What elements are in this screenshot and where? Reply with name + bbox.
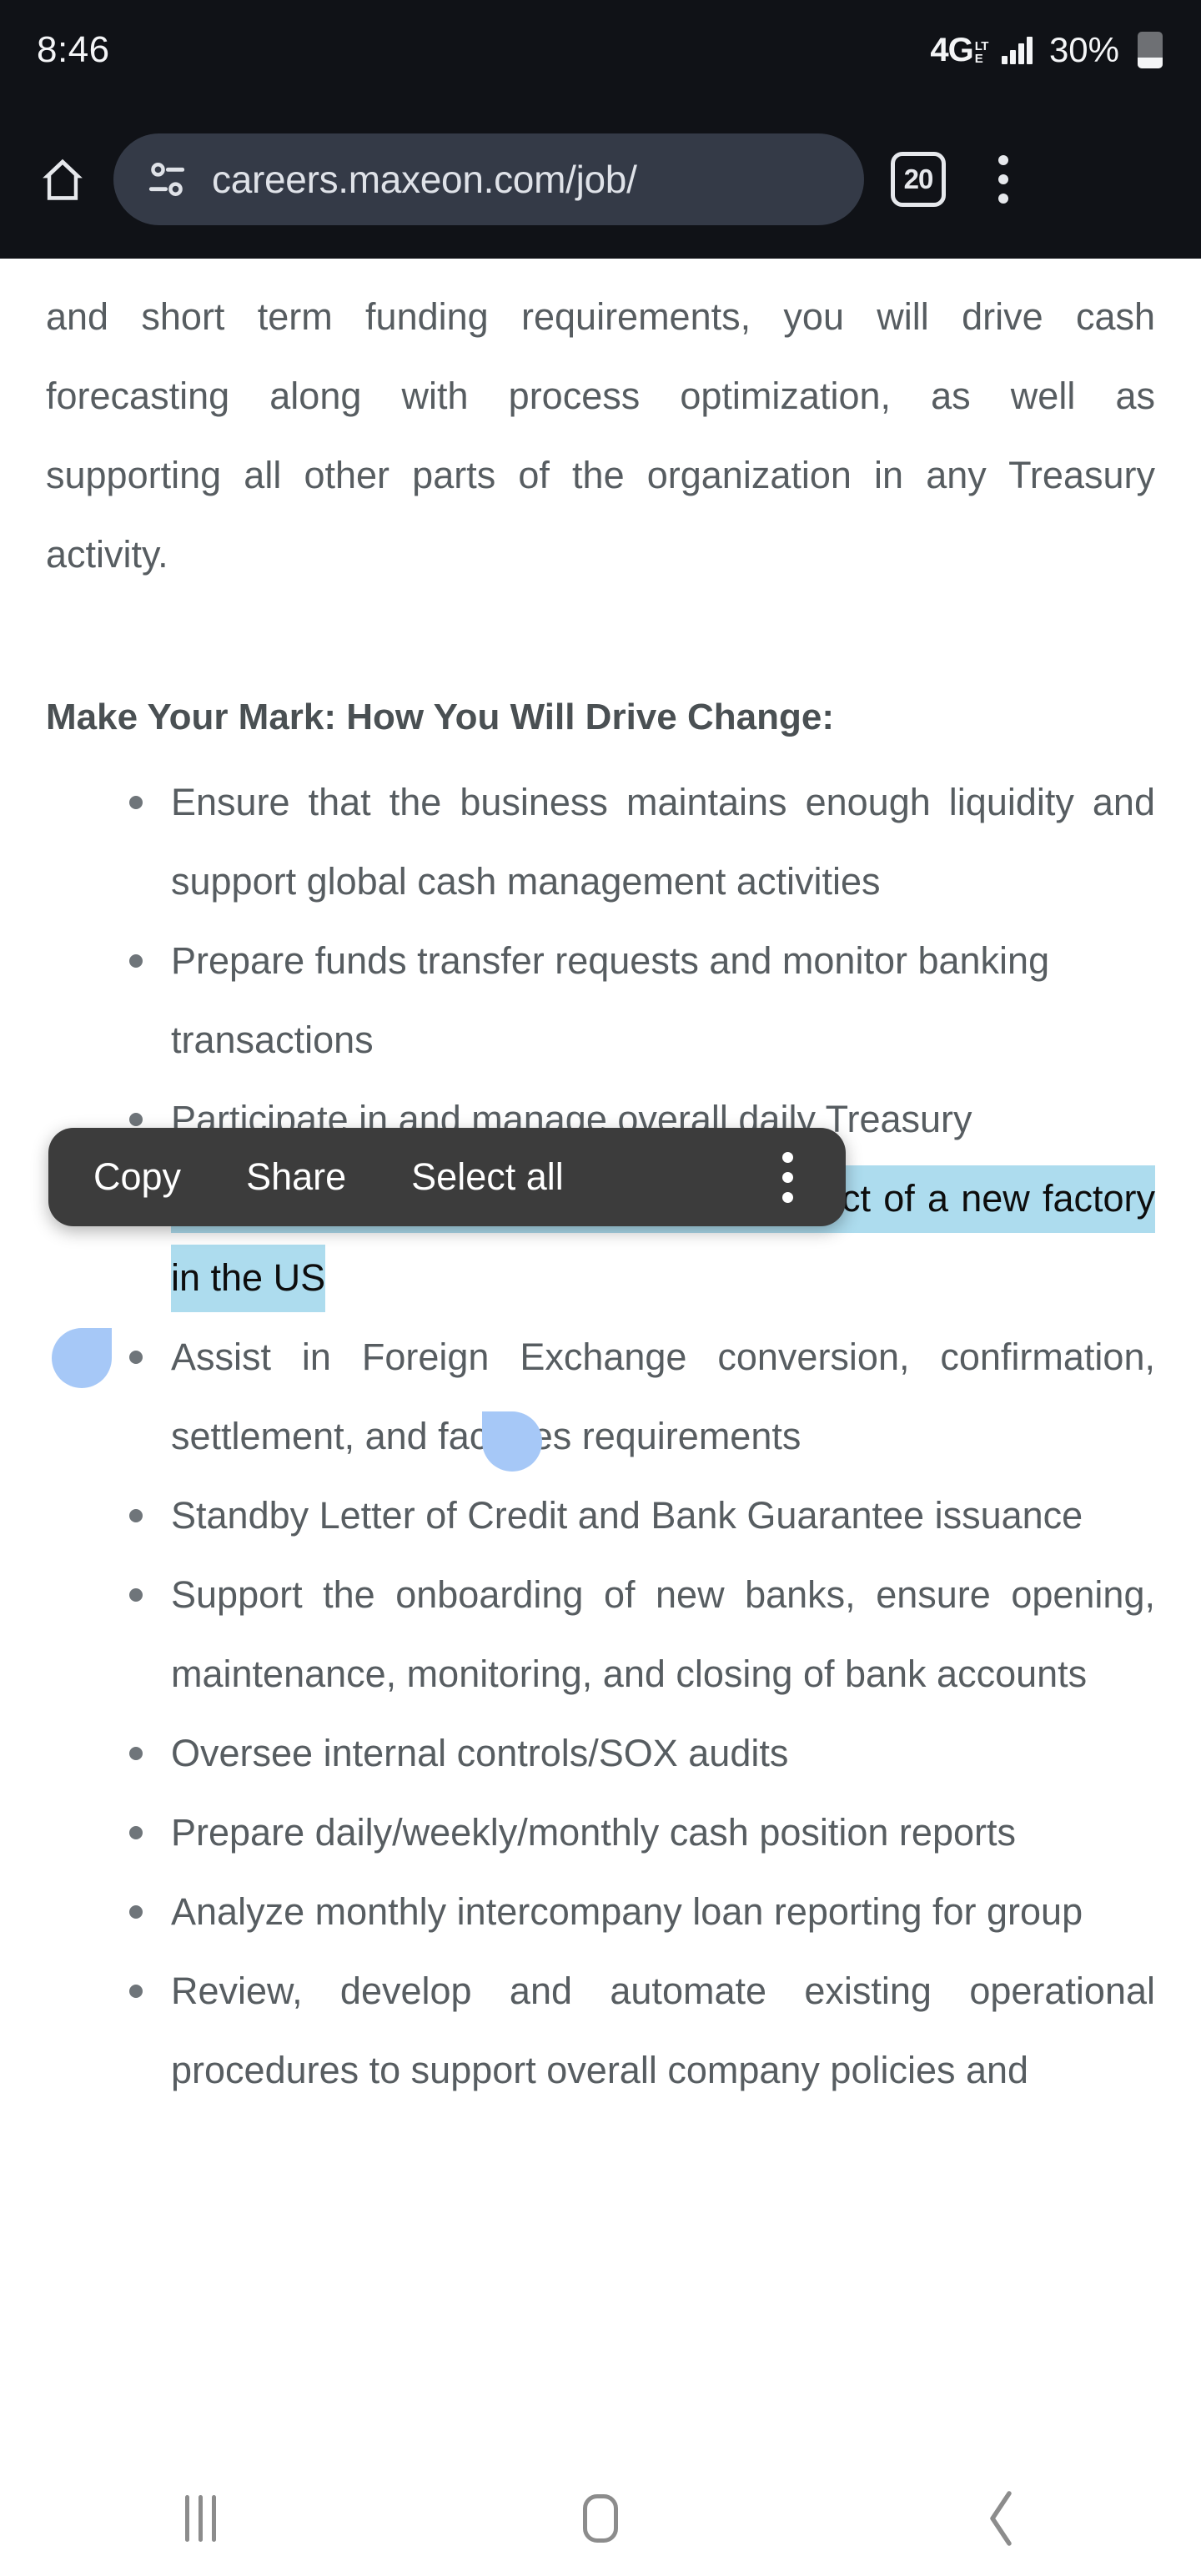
- status-bar: 8:46 4G LT E 30%: [0, 0, 1201, 100]
- context-menu-overflow-button[interactable]: [762, 1140, 812, 1215]
- paragraph-line: activity.: [46, 533, 168, 576]
- back-button[interactable]: [917, 2461, 1084, 2576]
- list-item-text: Review, develop and automate existing op…: [171, 1970, 1155, 2091]
- job-description-paragraph: and short term funding requirements, you…: [46, 259, 1155, 594]
- list-item: Assist in Foreign Exchange conversion, c…: [121, 1317, 1155, 1476]
- share-button[interactable]: Share: [246, 1155, 346, 1199]
- phone-screen: 8:46 4G LT E 30% careers.maxeon.com/job/…: [0, 0, 1201, 2576]
- home-button-nav[interactable]: [517, 2461, 684, 2576]
- list-item-text: Prepare daily/weekly/monthly cash positi…: [171, 1811, 1016, 1854]
- omnibox-url-text[interactable]: careers.maxeon.com/job/: [212, 157, 637, 202]
- home-square-icon: [583, 2494, 618, 2543]
- list-item: Prepare funds transfer requests and moni…: [121, 921, 1155, 1079]
- back-chevron-icon: [990, 2491, 1012, 2546]
- list-item: Support the onboarding of new banks, ens…: [121, 1555, 1155, 1713]
- signal-bars-icon: [1001, 36, 1033, 64]
- list-item: Ensure that the business maintains enoug…: [121, 762, 1155, 921]
- paragraph-line: forecasting along with process optimizat…: [46, 375, 1155, 417]
- list-item-text: Prepare funds transfer requests and moni…: [171, 939, 1050, 1061]
- battery-percent-label: 30%: [1048, 30, 1119, 69]
- list-item: Prepare daily/weekly/monthly cash positi…: [121, 1793, 1155, 1872]
- responsibilities-list: Ensure that the business maintains enoug…: [46, 762, 1155, 2110]
- network-type-icon: 4G LT E: [930, 33, 988, 67]
- tab-count-label: 20: [903, 164, 934, 194]
- list-item-text: Standby Letter of Credit and Bank Guaran…: [171, 1494, 1083, 1537]
- home-icon: [43, 158, 83, 200]
- network-type-label: 4G: [930, 32, 973, 68]
- select-all-button[interactable]: Select all: [411, 1155, 564, 1199]
- recents-icon: [184, 2495, 216, 2542]
- selection-handle-start-icon[interactable]: [52, 1328, 112, 1388]
- system-navigation-bar: [0, 2461, 1201, 2576]
- network-subtype-label: LT E: [974, 39, 989, 66]
- status-bar-indicators: 4G LT E 30%: [930, 30, 1163, 70]
- webpage-content: and short term funding requirements, you…: [0, 259, 1201, 2461]
- recents-button[interactable]: [117, 2461, 284, 2576]
- paragraph-line: supporting all other parts of the organi…: [46, 454, 1155, 496]
- browser-menu-button[interactable]: [974, 142, 1033, 217]
- list-item-text: Oversee internal controls/SOX audits: [171, 1732, 789, 1774]
- text-selection-context-menu: Copy Share Select all: [48, 1128, 846, 1226]
- status-clock: 8:46: [37, 29, 110, 70]
- copy-button[interactable]: Copy: [93, 1155, 181, 1199]
- overflow-menu-icon: [998, 155, 1008, 165]
- paragraph-line: and short term funding requirements, you…: [46, 295, 1155, 338]
- browser-toolbar: careers.maxeon.com/job/ 20: [0, 100, 1201, 259]
- list-item: Review, develop and automate existing op…: [121, 1951, 1155, 2110]
- list-item-text: Assist in Foreign Exchange conversion, c…: [171, 1336, 1155, 1457]
- list-item: Standby Letter of Credit and Bank Guaran…: [121, 1476, 1155, 1555]
- section-heading: Make Your Mark: How You Will Drive Chang…: [46, 697, 834, 737]
- home-button[interactable]: [17, 133, 108, 225]
- battery-icon: [1138, 32, 1163, 68]
- list-item-text: Ensure that the business maintains enoug…: [171, 781, 1155, 903]
- selection-handle-end-icon[interactable]: [482, 1411, 542, 1472]
- list-item-text: Support the onboarding of new banks, ens…: [171, 1573, 1155, 1695]
- list-item-text: Analyze monthly intercompany loan report…: [171, 1890, 1083, 1933]
- list-item: Oversee internal controls/SOX audits: [121, 1713, 1155, 1793]
- tab-counter-button[interactable]: 20: [891, 152, 946, 207]
- omnibox[interactable]: careers.maxeon.com/job/: [113, 133, 864, 225]
- overflow-menu-icon: [781, 1151, 793, 1163]
- list-item: Analyze monthly intercompany loan report…: [121, 1872, 1155, 1951]
- tune-icon[interactable]: [143, 156, 190, 203]
